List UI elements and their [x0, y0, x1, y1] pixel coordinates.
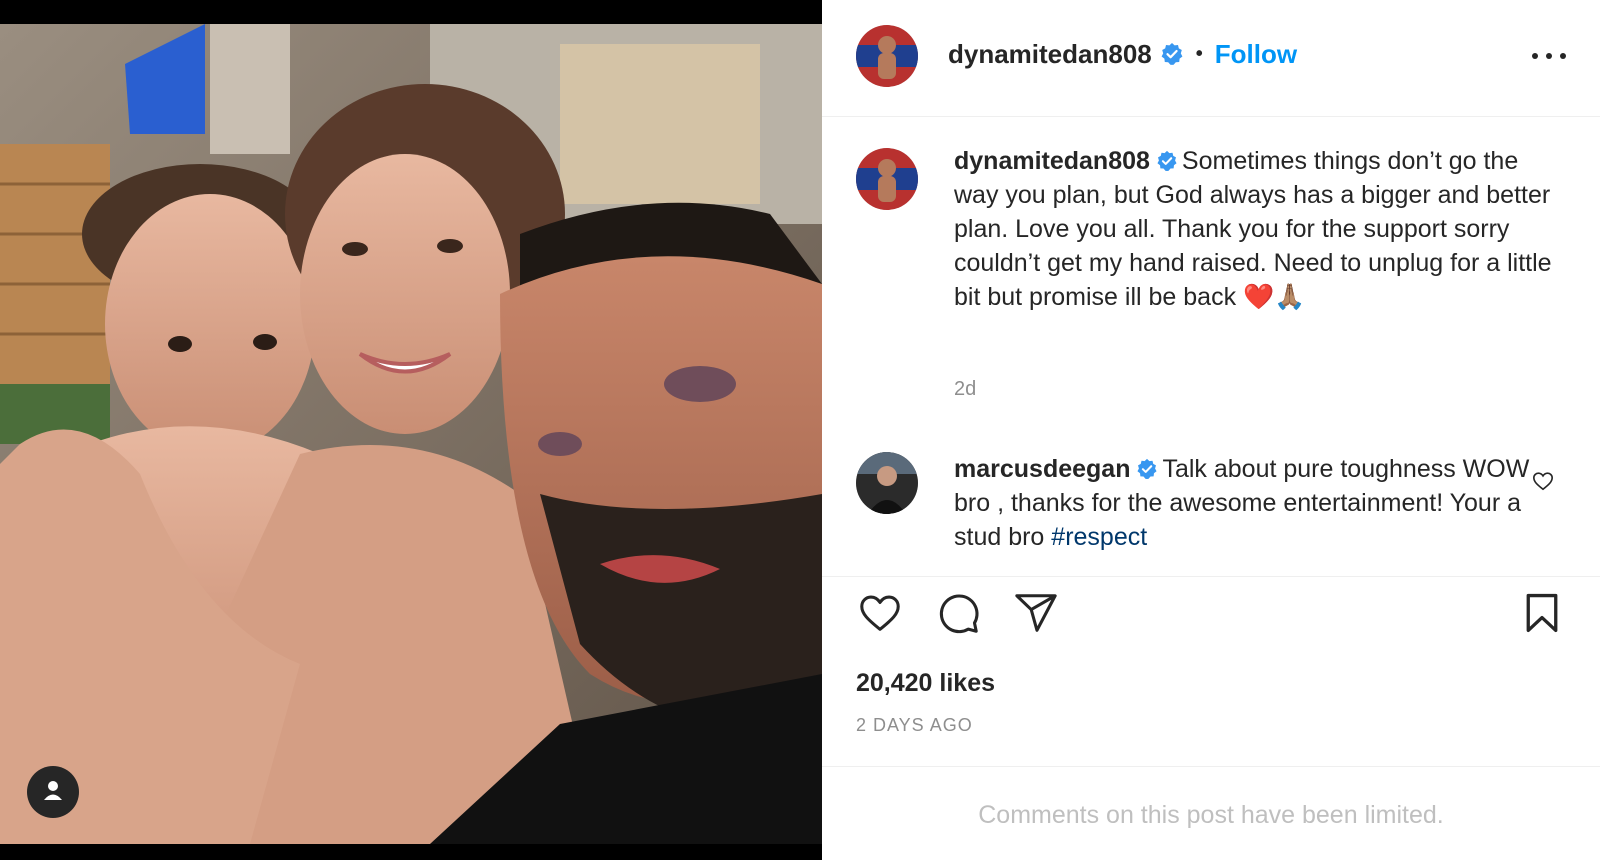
post-photo[interactable] [0, 24, 822, 844]
more-horizontal-icon [1532, 53, 1538, 59]
caption-text: dynamitedan808 Sometimes things don’t go … [954, 144, 1554, 314]
comments-limited-area: Comments on this post have been limited. [822, 766, 1600, 861]
heart-icon [857, 590, 903, 641]
small-heart-icon [1532, 472, 1554, 496]
more-options-button[interactable] [1532, 44, 1566, 68]
header-user-row: dynamitedan808 • Follow [948, 38, 1297, 70]
caption-emoji: ❤️🙏🏽 [1243, 283, 1306, 311]
verified-badge-icon [1136, 455, 1158, 479]
action-buttons-row [856, 591, 1060, 639]
caption-author-username[interactable]: dynamitedan808 [954, 147, 1150, 175]
more-horizontal-icon-dot [1560, 53, 1566, 59]
user-tag-icon [41, 778, 65, 807]
bookmark-icon [1520, 591, 1564, 640]
verified-badge-icon [1156, 147, 1178, 171]
caption-timestamp[interactable]: 2d [954, 378, 976, 401]
post-media-pane [0, 0, 822, 860]
post-sidebar: dynamitedan808 • Follow dynamitedan808 S… [822, 0, 1600, 860]
author-username[interactable]: dynamitedan808 [948, 39, 1152, 70]
like-button[interactable] [856, 591, 904, 639]
save-button[interactable] [1518, 591, 1566, 639]
more-horizontal-icon-dot [1546, 53, 1552, 59]
comments-limited-notice: Comments on this post have been limited. [978, 801, 1444, 829]
post-actions-area: 20,420 likes 2 DAYS AGO [822, 576, 1600, 767]
share-button[interactable] [1012, 591, 1060, 639]
comment-hashtag[interactable]: #respect [1051, 523, 1147, 551]
caption-author-avatar[interactable] [856, 148, 918, 210]
comment-like-button[interactable] [1532, 470, 1554, 492]
likes-count[interactable]: 20,420 likes [856, 669, 995, 698]
comment-button[interactable] [934, 591, 982, 639]
header-separator: • [1195, 42, 1203, 65]
commenter-avatar[interactable] [856, 452, 918, 514]
paper-plane-icon [1013, 590, 1059, 641]
commenter-username[interactable]: marcusdeegan [954, 455, 1130, 483]
author-avatar[interactable] [856, 25, 918, 87]
verified-badge-icon [1160, 42, 1184, 66]
tag-user-button[interactable] [27, 766, 79, 818]
comment-text: marcusdeegan Talk about pure toughness WO… [954, 452, 1534, 554]
follow-button[interactable]: Follow [1215, 39, 1297, 70]
post-photo-illustration [0, 24, 822, 844]
post-date[interactable]: 2 DAYS AGO [856, 715, 973, 736]
comment-bubble-icon [935, 590, 981, 641]
post-header: dynamitedan808 • Follow [822, 0, 1600, 117]
